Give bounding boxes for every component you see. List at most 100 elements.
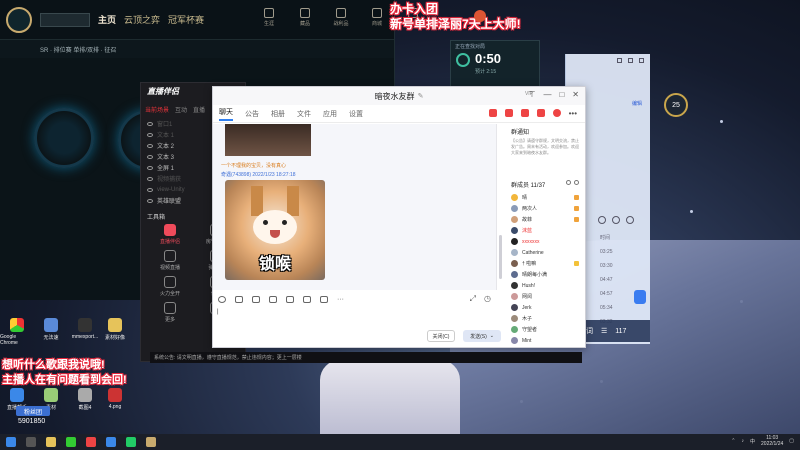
lol-search-box[interactable] bbox=[40, 12, 90, 27]
edit-link[interactable]: 编辑 bbox=[632, 100, 642, 107]
lol-nav-tft[interactable]: 云顶之弈 bbox=[124, 13, 160, 26]
member-item[interactable]: † 啦嘛 bbox=[505, 258, 585, 269]
tab-apps[interactable]: 应用 bbox=[323, 109, 337, 119]
search-icon[interactable] bbox=[566, 180, 571, 185]
qq-icon[interactable] bbox=[106, 437, 116, 447]
start-icon[interactable] bbox=[6, 437, 16, 447]
minimize-icon[interactable] bbox=[617, 58, 622, 63]
send-button[interactable]: 发送(S) ⌄ bbox=[463, 330, 501, 342]
member-item[interactable]: Jerk bbox=[505, 302, 585, 313]
member-item[interactable]: Catherine bbox=[505, 247, 585, 258]
voice-call-icon[interactable] bbox=[488, 109, 497, 117]
lol-loot-button[interactable]: 战利品 bbox=[330, 8, 352, 27]
language-icon[interactable]: 中 bbox=[750, 438, 755, 445]
eye-icon[interactable] bbox=[147, 121, 153, 126]
eye-icon[interactable] bbox=[147, 187, 153, 192]
video-call-icon[interactable] bbox=[504, 109, 513, 117]
message-sender[interactable]: 奇遇(743898) 2022/1/23 18:27:18 bbox=[221, 171, 296, 178]
gif-icon[interactable] bbox=[235, 295, 243, 303]
desktop-icon[interactable]: 4.png bbox=[98, 388, 132, 410]
message-input[interactable]: | bbox=[217, 309, 495, 329]
desktop-icon[interactable]: 无法速 bbox=[34, 318, 68, 341]
lol-collection-button[interactable]: 藏品 bbox=[294, 8, 316, 27]
group-notice-text[interactable]: 【公告】请遵守群规，文明交流，禁止发广告。周末有活动，欢迎参加。欢迎大家来到暗夜… bbox=[505, 138, 585, 174]
image-icon[interactable] bbox=[303, 295, 311, 303]
member-item[interactable]: Hush! bbox=[505, 280, 585, 291]
clock[interactable]: 11:03 2022/1/24 bbox=[761, 435, 783, 447]
desktop-icon[interactable]: mmexport... bbox=[68, 318, 102, 340]
member-item[interactable]: 木子 bbox=[505, 313, 585, 324]
settings-icon[interactable] bbox=[626, 216, 634, 224]
lol-nav-worlds[interactable]: 冠军杯赛 bbox=[168, 13, 204, 26]
eye-icon[interactable] bbox=[147, 165, 153, 170]
wechat-icon[interactable] bbox=[66, 437, 76, 447]
eye-icon[interactable] bbox=[147, 176, 153, 181]
lol-store-button[interactable]: 商城 bbox=[366, 8, 388, 27]
member-item[interactable]: 网阅 bbox=[505, 291, 585, 302]
minimize-button[interactable]: — bbox=[543, 90, 551, 99]
history-icon[interactable]: ◷ bbox=[484, 294, 491, 304]
toolbox-item[interactable]: 视频直播 bbox=[147, 250, 193, 271]
queue-timer-popup[interactable]: 正在查找对局 0:50 预计 2:15 bbox=[450, 40, 540, 90]
tab-settings[interactable]: 设置 bbox=[349, 109, 363, 119]
tab-announcement[interactable]: 公告 bbox=[245, 109, 259, 119]
explorer-icon[interactable] bbox=[46, 437, 56, 447]
close-button[interactable]: ✕ bbox=[572, 90, 579, 99]
phone-icon[interactable] bbox=[634, 290, 646, 304]
maximize-icon[interactable] bbox=[628, 58, 633, 63]
meme-sticker[interactable]: 锁喉 bbox=[225, 180, 325, 280]
eye-icon[interactable] bbox=[147, 143, 153, 148]
scissors-icon[interactable] bbox=[252, 295, 260, 303]
toolbox-item[interactable]: 更多 bbox=[147, 302, 193, 323]
tab-live[interactable]: 直播 bbox=[193, 105, 205, 114]
pin-icon[interactable]: ⊤ bbox=[528, 90, 535, 99]
eye-icon[interactable] bbox=[147, 154, 153, 159]
member-item[interactable]: 两次人 bbox=[505, 203, 585, 214]
app-icon[interactable] bbox=[126, 437, 136, 447]
notification-icon[interactable]: ▢ bbox=[789, 438, 794, 444]
edit-icon[interactable]: ✎ bbox=[418, 92, 424, 100]
bell-icon[interactable] bbox=[320, 295, 328, 303]
folder-icon[interactable] bbox=[269, 295, 277, 303]
member-item[interactable]: 守望者 bbox=[505, 324, 585, 335]
tab-chat[interactable]: 聊天 bbox=[219, 107, 233, 121]
desktop-icon[interactable]: 截图4 bbox=[68, 388, 102, 411]
close-chat-button[interactable]: 关闭(C) bbox=[427, 330, 455, 342]
member-item[interactable]: 沫蓝 bbox=[505, 225, 585, 236]
close-icon[interactable] bbox=[639, 58, 644, 63]
invite-icon[interactable] bbox=[536, 109, 545, 117]
desktop-icon[interactable]: 素材好像 bbox=[98, 318, 132, 341]
message-image[interactable] bbox=[225, 124, 311, 156]
live-icon[interactable] bbox=[552, 109, 561, 117]
network-icon[interactable]: ⌃ bbox=[731, 438, 735, 444]
toolbox-item[interactable]: 直播伴侣 bbox=[147, 224, 193, 245]
member-item[interactable]: xxxxxxx bbox=[505, 236, 585, 247]
desktop-icon-chrome[interactable]: Google Chrome bbox=[0, 318, 34, 346]
eye-icon[interactable] bbox=[147, 132, 153, 137]
tab-album[interactable]: 相册 bbox=[271, 109, 285, 119]
tab-interact[interactable]: 互动 bbox=[175, 105, 187, 114]
eye-icon[interactable] bbox=[147, 198, 153, 203]
screen-share-icon[interactable] bbox=[520, 109, 529, 117]
lol-profile-button[interactable]: 生涯 bbox=[258, 8, 280, 27]
add-icon[interactable] bbox=[598, 216, 606, 224]
volume-icon[interactable]: ♪ bbox=[742, 438, 745, 444]
tab-current-scene[interactable]: 当前场景 bbox=[145, 105, 169, 114]
message-area[interactable]: 一个不理我的宝贝，没有真心 奇遇(743898) 2022/1/23 18:27… bbox=[213, 124, 497, 290]
chevron-down-icon[interactable]: ⌄ bbox=[490, 333, 494, 339]
message-scrollbar[interactable] bbox=[499, 235, 502, 279]
lol-icon[interactable] bbox=[146, 437, 156, 447]
emoji-icon[interactable] bbox=[218, 295, 226, 303]
maximize-button[interactable]: □ bbox=[559, 90, 564, 99]
tab-files[interactable]: 文件 bbox=[297, 109, 311, 119]
lol-nav-home[interactable]: 主页 bbox=[98, 13, 116, 26]
expand-icon[interactable]: ⤢ bbox=[470, 294, 476, 304]
words-label[interactable]: 词 bbox=[586, 326, 593, 336]
member-item[interactable]: 晴朗每小满 bbox=[505, 269, 585, 280]
lol-logo[interactable] bbox=[6, 6, 32, 33]
menu-icon[interactable]: ☰ bbox=[601, 327, 607, 335]
clock-icon[interactable] bbox=[612, 216, 620, 224]
member-item[interactable]: 晴 bbox=[505, 192, 585, 203]
search-icon[interactable] bbox=[26, 437, 36, 447]
member-item[interactable]: Mint bbox=[505, 335, 585, 346]
